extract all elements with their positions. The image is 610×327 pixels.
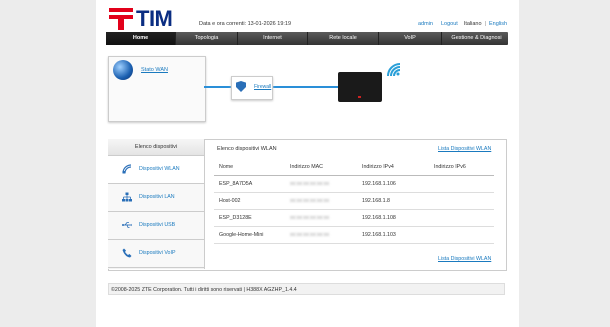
table-row: ESP_D3128E xx:xx:xx:xx:xx:xx 192.168.1.1… [214, 209, 494, 227]
wan-status-link[interactable]: Stato WAN [141, 67, 168, 73]
sidebar-item-wlan[interactable]: Dispositivi WLAN [108, 156, 204, 184]
sidebar-title: Elenco dispositivi [108, 139, 204, 156]
nav-internet[interactable]: Internet [238, 32, 308, 45]
nav-home[interactable]: Home [106, 32, 176, 45]
device-mac: xx:xx:xx:xx:xx:xx [290, 198, 330, 204]
connection-line [204, 86, 231, 88]
device-name: Google-Home-Mini [214, 226, 285, 244]
column-header-name: Nome [214, 159, 285, 176]
device-ipv6 [429, 175, 494, 193]
device-sidebar: Elenco dispositivi Dispositivi WLAN Disp… [108, 139, 205, 269]
current-datetime: Data e ora correnti: 13-01-2026 19:19 [199, 21, 292, 27]
column-header-mac: Indirizzo MAC [285, 159, 357, 176]
sidebar-item-voip[interactable]: Dispositivi VoIP [108, 240, 204, 268]
device-ipv4: 192.168.1.106 [357, 175, 429, 193]
router-led [358, 96, 361, 98]
wlan-list-link-top[interactable]: Lista Dispositivi WLAN [438, 146, 491, 152]
column-header-ipv6: Indirizzo IPv6 [429, 159, 494, 176]
device-mac: xx:xx:xx:xx:xx:xx [290, 181, 330, 187]
nav-rete-locale[interactable]: Rete locale [308, 32, 379, 45]
router-icon [338, 72, 382, 102]
main-nav: Home Topologia Internet Rete locale VoIP… [106, 32, 508, 45]
table-row: Host-002 xx:xx:xx:xx:xx:xx 192.168.1.8 [214, 192, 494, 210]
language-current: Italiano [463, 21, 482, 27]
header-links: admin Logout Italiano | English [418, 21, 507, 27]
sidebar-item-lan[interactable]: Dispositivi LAN [108, 184, 204, 212]
device-ipv4: 192.168.1.8 [357, 192, 429, 210]
devices-table: Nome Indirizzo MAC Indirizzo IPv4 Indiri… [214, 159, 494, 244]
sidebar-item-label: Dispositivi VoIP [139, 250, 176, 256]
language-separator: | [484, 21, 486, 27]
wlan-list-link-bottom[interactable]: Lista Dispositivi WLAN [438, 256, 491, 262]
table-row: ESP_8A7D5A xx:xx:xx:xx:xx:xx 192.168.1.1… [214, 175, 494, 193]
device-ipv6 [429, 226, 494, 244]
device-name: Host-002 [214, 192, 285, 210]
device-ipv6 [429, 209, 494, 227]
usb-icon [122, 222, 132, 228]
tim-logo-icon [109, 8, 133, 30]
sidebar-item-label: Dispositivi LAN [139, 194, 175, 200]
column-header-ipv4: Indirizzo IPv4 [357, 159, 429, 176]
phone-icon [122, 248, 132, 258]
nav-topologia[interactable]: Topologia [176, 32, 238, 45]
logout-link[interactable]: Logout [441, 21, 458, 27]
network-icon [122, 192, 132, 202]
wifi-signal-icon [387, 63, 401, 77]
device-ipv6 [429, 192, 494, 210]
device-mac: xx:xx:xx:xx:xx:xx [290, 215, 330, 221]
sidebar-item-label: Dispositivi WLAN [139, 166, 180, 172]
table-row: Google-Home-Mini xx:xx:xx:xx:xx:xx 192.1… [214, 226, 494, 244]
device-name: ESP_D3128E [214, 209, 285, 227]
connection-line [271, 86, 338, 88]
wifi-icon [122, 164, 132, 174]
device-name: ESP_8A7D5A [214, 175, 285, 193]
language-english-link[interactable]: English [489, 21, 507, 27]
brand-name: TIM [136, 6, 173, 31]
device-ipv4: 192.168.1.103 [357, 226, 429, 244]
device-mac: xx:xx:xx:xx:xx:xx [290, 232, 330, 238]
firewall-link[interactable]: Firewall [254, 84, 271, 90]
user-link[interactable]: admin [418, 21, 433, 27]
sidebar-item-usb[interactable]: Dispositivi USB [108, 212, 204, 240]
device-ipv4: 192.168.1.108 [357, 209, 429, 227]
footer: ©2008-2025 ZTE Corporation. Tutti i diri… [108, 283, 505, 295]
globe-icon [113, 60, 133, 80]
nav-gestione-diagnosi[interactable]: Gestione & Diagnosi [442, 32, 511, 45]
sidebar-item-label: Dispositivi USB [139, 222, 176, 228]
nav-voip[interactable]: VoIP [379, 32, 442, 45]
table-header-row: Nome Indirizzo MAC Indirizzo IPv4 Indiri… [214, 159, 494, 176]
devices-title: Elenco dispositivi WLAN [217, 146, 277, 152]
